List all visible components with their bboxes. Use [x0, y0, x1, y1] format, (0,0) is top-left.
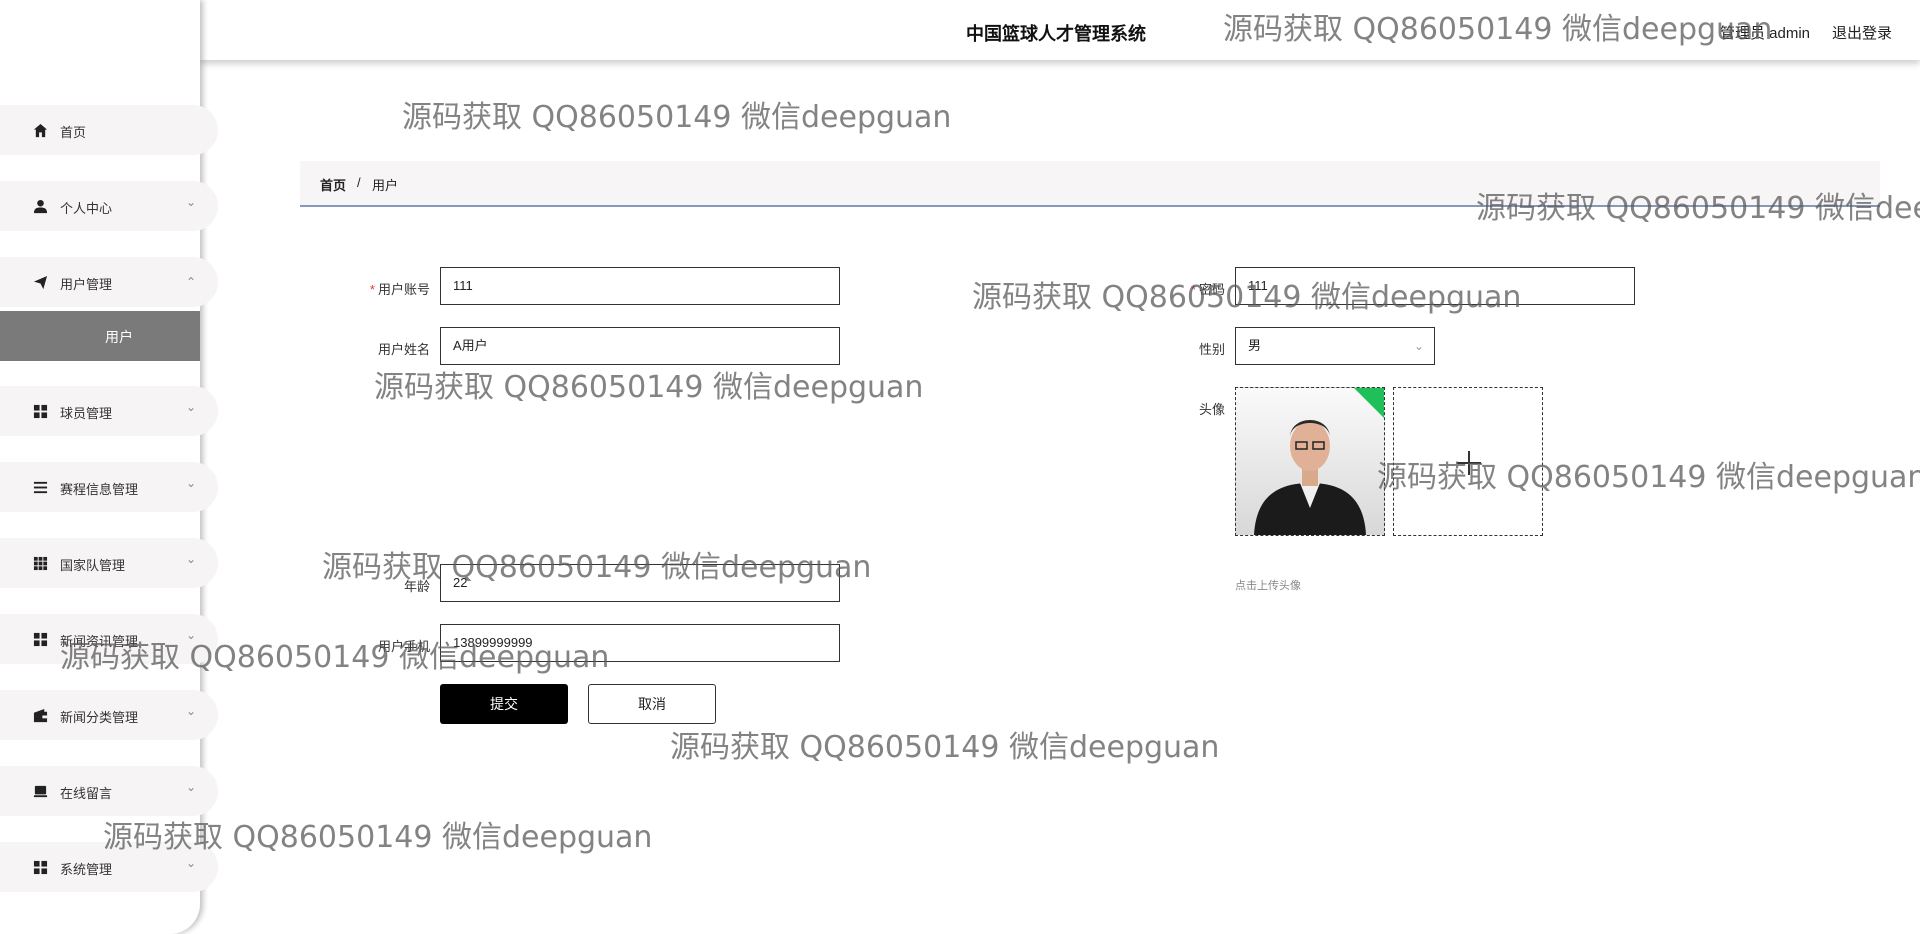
gender-label: 性别: [1198, 342, 1225, 357]
sidebar-item-label: 在线留言: [60, 786, 113, 801]
chevron-down-icon: ⌄: [186, 195, 197, 209]
sidebar-item-label: 个人中心: [60, 201, 113, 216]
password-input[interactable]: 111: [1235, 267, 1635, 305]
sidebar-item-home[interactable]: 首页: [0, 105, 218, 155]
name-input[interactable]: A用户: [440, 327, 840, 365]
sidebar-item-national-team[interactable]: 国家队管理 ⌄: [0, 538, 218, 588]
watermark-text: 源码获取 QQ86050149 微信deepguan: [670, 730, 1220, 765]
chevron-down-icon: ⌄: [186, 552, 197, 566]
cancel-button[interactable]: 取消: [588, 684, 716, 724]
submenu-item-user[interactable]: 用户: [0, 311, 200, 361]
gender-select[interactable]: 男 ⌄: [1235, 327, 1435, 365]
breadcrumb-current: 用户: [372, 178, 399, 193]
logout-link[interactable]: 退出登录: [1832, 22, 1892, 43]
avatar-upload-hint: 点击上传头像: [1235, 580, 1301, 592]
sidebar-item-personal-center[interactable]: 个人中心 ⌄: [0, 181, 218, 231]
sidebar-item-online-message[interactable]: 在线留言 ⌄: [0, 766, 218, 816]
watermark-text: 源码获取 QQ86050149 微信deepguan: [402, 100, 952, 135]
phone-label: 用户手机: [377, 639, 430, 654]
user-icon: [33, 199, 48, 214]
current-user: 管理员 admin: [1720, 25, 1811, 42]
password-label-text: 密码: [1198, 282, 1225, 297]
name-label: 用户姓名: [377, 342, 430, 357]
chevron-down-icon: ⌄: [186, 476, 197, 490]
list-icon: [33, 481, 48, 494]
message-icon: [33, 785, 48, 798]
required-mark: *: [369, 282, 375, 297]
sidebar-item-label: 首页: [60, 125, 87, 140]
breadcrumb: 首页 / 用户: [300, 161, 1880, 207]
sidebar-item-news-management[interactable]: 新闻资讯管理 ⌄: [0, 614, 218, 664]
watermark-text: 源码获取 QQ86050149 微信deepguan: [374, 370, 924, 405]
password-label: * 密码: [1130, 279, 1225, 298]
send-icon: [33, 275, 48, 290]
top-header: 中国篮球人才管理系统 管理员 admin 退出登录: [200, 0, 1920, 60]
sidebar-item-label: 系统管理: [60, 862, 113, 877]
home-icon: [33, 123, 48, 138]
breadcrumb-separator: /: [357, 175, 361, 190]
sidebar: 首页 个人中心 ⌄ 用户管理 ⌃ 用户 球员管理 ⌄ 赛程信息管理 ⌄ 国家队管…: [0, 0, 218, 934]
sidebar-item-player-management[interactable]: 球员管理 ⌄: [0, 386, 218, 436]
avatar-upload-box[interactable]: [1393, 387, 1543, 536]
account-label: * 用户账号: [340, 279, 430, 298]
phone-input[interactable]: 13899999999: [440, 624, 840, 662]
avatar-label: 头像: [1198, 402, 1225, 417]
breadcrumb-home[interactable]: 首页: [320, 175, 346, 194]
wallet-icon: [33, 708, 48, 723]
gender-selected-value: 男: [1248, 338, 1262, 353]
grid-icon: [33, 404, 48, 419]
avatar-corner-badge: [1354, 388, 1384, 418]
sidebar-item-label: 国家队管理: [60, 558, 126, 573]
sidebar-item-label: 新闻分类管理: [60, 710, 139, 725]
grid-icon: [33, 860, 48, 875]
account-input[interactable]: 111: [440, 267, 840, 305]
system-title: 中国篮球人才管理系统: [966, 24, 1146, 44]
age-label: 年龄: [403, 579, 430, 594]
sidebar-item-news-category[interactable]: 新闻分类管理 ⌄: [0, 690, 218, 740]
sidebar-item-label: 新闻资讯管理: [60, 634, 139, 649]
sidebar-item-user-management[interactable]: 用户管理 ⌃: [0, 257, 218, 307]
chevron-down-icon: ⌄: [186, 400, 197, 414]
grid-icon: [33, 632, 48, 647]
plus-icon-vertical: [1468, 451, 1470, 475]
submit-button[interactable]: 提交: [440, 684, 568, 724]
apps-icon: [33, 556, 48, 571]
avatar-image[interactable]: [1235, 387, 1385, 536]
sidebar-item-system-management[interactable]: 系统管理 ⌄: [0, 842, 218, 892]
chevron-down-icon: ⌄: [186, 704, 197, 718]
chevron-down-icon: ⌄: [186, 628, 197, 642]
chevron-down-icon: ⌄: [186, 780, 197, 794]
account-label-text: 用户账号: [377, 282, 430, 297]
sidebar-item-label: 赛程信息管理: [60, 482, 139, 497]
sidebar-item-label: 球员管理: [60, 406, 113, 421]
sidebar-item-label: 用户管理: [60, 277, 113, 292]
age-input[interactable]: 22: [440, 564, 840, 602]
required-mark: *: [1190, 282, 1196, 297]
chevron-up-icon: ⌃: [186, 275, 197, 289]
chevron-down-icon: ⌄: [1413, 339, 1424, 353]
chevron-down-icon: ⌄: [186, 856, 197, 870]
sidebar-item-schedule-management[interactable]: 赛程信息管理 ⌄: [0, 462, 218, 512]
submenu-item-label: 用户: [105, 329, 133, 345]
